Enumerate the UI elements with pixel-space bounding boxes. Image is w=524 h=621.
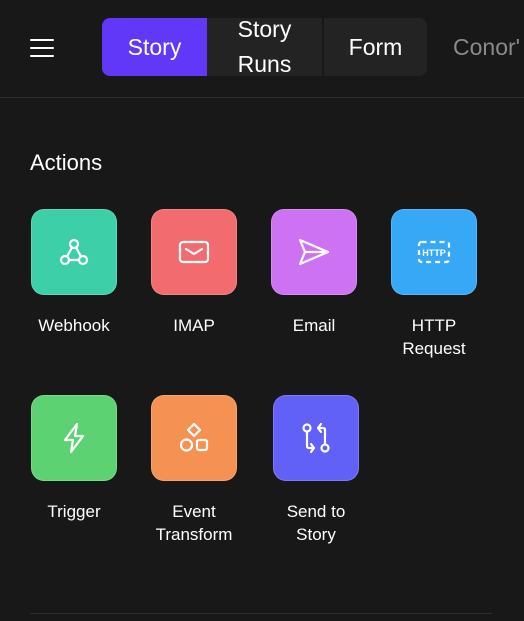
action-email[interactable]: Email	[254, 209, 374, 337]
tab-story-runs[interactable]: Story Runs	[207, 16, 322, 77]
svg-text:HTTP: HTTP	[422, 248, 446, 258]
action-label: IMAP	[173, 316, 215, 335]
action-trigger[interactable]: Trigger	[14, 395, 134, 523]
action-label: Email	[292, 316, 336, 335]
menu-icon[interactable]	[30, 39, 54, 57]
action-tile: HTTP	[391, 209, 477, 295]
action-send-to-story[interactable]: Send to Story	[256, 395, 376, 546]
action-label: Send to Story	[286, 502, 346, 544]
actions-section-title: Actions	[30, 150, 103, 175]
shapes-icon	[179, 422, 209, 452]
action-label: Webhook	[38, 316, 110, 335]
http-icon: HTTP	[417, 240, 451, 264]
action-label: Trigger	[47, 502, 101, 521]
divider	[30, 613, 492, 614]
tab-form[interactable]: Form	[324, 18, 427, 76]
action-webhook[interactable]: Webhook	[14, 209, 134, 337]
action-tile	[271, 209, 357, 295]
action-label: Event Transform	[155, 502, 233, 544]
top-navigation-bar: Story Story Runs Form Conor'	[0, 0, 524, 98]
action-tile	[273, 395, 359, 481]
action-tile	[151, 395, 237, 481]
action-tile	[31, 209, 117, 295]
webhook-icon	[59, 238, 89, 266]
action-tile	[151, 209, 237, 295]
lightning-icon	[63, 422, 85, 454]
action-event-transform[interactable]: Event Transform	[134, 395, 254, 546]
tab-story[interactable]: Story	[102, 18, 207, 76]
transfer-icon	[302, 422, 330, 454]
action-http-request[interactable]: HTTP HTTP Request	[374, 209, 494, 360]
send-icon	[298, 238, 330, 266]
action-imap[interactable]: IMAP	[134, 209, 254, 337]
mail-icon	[178, 240, 210, 264]
tab-conor[interactable]: Conor'	[437, 18, 524, 76]
action-tile	[31, 395, 117, 481]
action-label: HTTP Request	[402, 316, 466, 358]
